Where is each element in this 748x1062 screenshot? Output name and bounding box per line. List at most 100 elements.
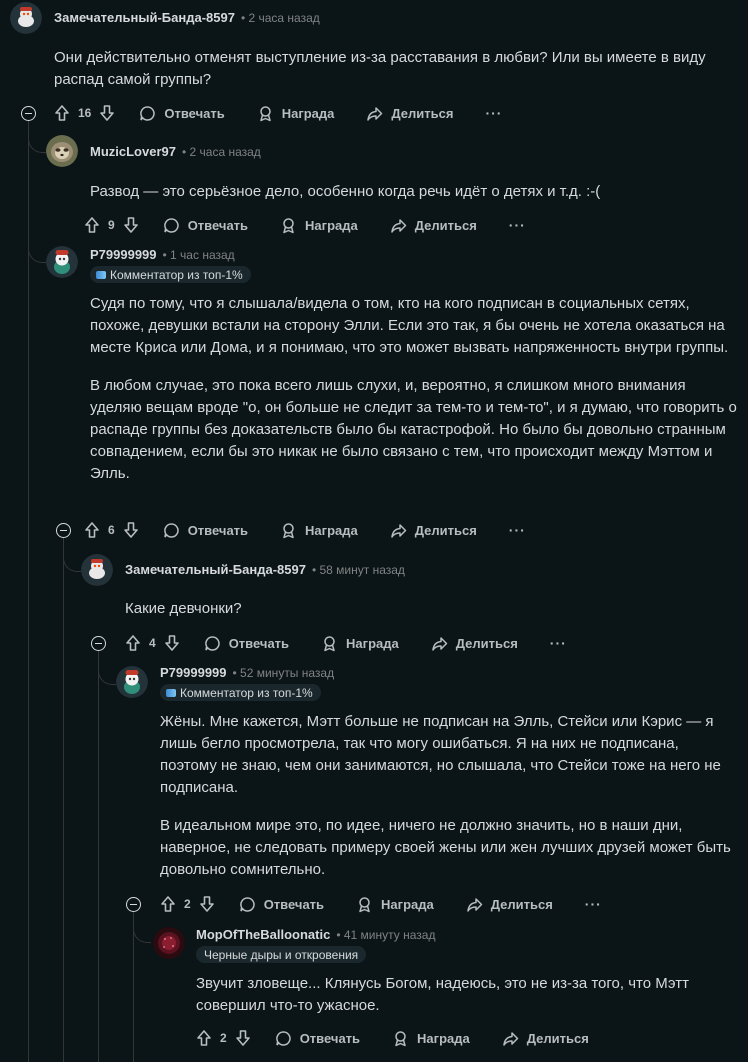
- vote-control: 2: [196, 1029, 251, 1047]
- downvote-icon[interactable]: [235, 1029, 251, 1047]
- avatar[interactable]: [46, 246, 78, 278]
- avatar[interactable]: [153, 927, 185, 959]
- award-label: Награда: [305, 217, 358, 233]
- upvote-icon[interactable]: [125, 634, 141, 652]
- comment-actions: 9 Отвечать Награда Делиться ···: [84, 213, 526, 237]
- comment-actions: 16 Отвечать Награда Делиться ···: [54, 101, 502, 125]
- downvote-icon[interactable]: [199, 895, 215, 913]
- sloth-avatar-icon: [46, 135, 78, 167]
- comment-body: Они действительно отменят выступление из…: [54, 47, 724, 91]
- reply-label: Отвечать: [299, 1030, 361, 1046]
- more-options-icon[interactable]: ···: [550, 635, 567, 651]
- downvote-icon[interactable]: [99, 104, 115, 122]
- reply-label: Отвечать: [263, 896, 325, 912]
- award-button[interactable]: Награда: [321, 635, 399, 652]
- more-options-icon[interactable]: ···: [509, 522, 526, 538]
- user-flair: Черные дыры и откровения: [196, 946, 367, 963]
- comment-bubble-icon: [275, 1030, 292, 1047]
- author-name[interactable]: Замечательный-Банда-8597: [125, 562, 306, 577]
- reply-button[interactable]: Отвечать: [139, 105, 225, 122]
- award-button[interactable]: Награда: [280, 217, 358, 234]
- comment-header: P79999999 • 1 час назад: [90, 247, 235, 262]
- collapse-button[interactable]: [21, 106, 36, 121]
- reply-button[interactable]: Отвечать: [239, 896, 324, 913]
- comment-bubble-icon: [163, 522, 180, 539]
- award-label: Награда: [346, 635, 399, 651]
- comment-actions: 2 Отвечать Награда Делиться ···: [160, 892, 602, 916]
- user-flair: Комментатор из топ-1%: [90, 266, 251, 283]
- award-icon: [321, 635, 338, 652]
- award-button[interactable]: Награда: [356, 896, 434, 913]
- author-name[interactable]: P79999999: [90, 247, 157, 262]
- reply-button[interactable]: Отвечать: [163, 217, 248, 234]
- share-button[interactable]: Делиться: [502, 1030, 589, 1047]
- award-label: Награда: [305, 522, 358, 538]
- share-button[interactable]: Делиться: [366, 105, 453, 122]
- avatar[interactable]: [10, 2, 42, 34]
- author-name[interactable]: MuzicLover97: [90, 144, 176, 159]
- share-button[interactable]: Делиться: [431, 635, 518, 652]
- comment-paragraph: Жёны. Мне кажется, Мэтт больше не подпис…: [160, 713, 721, 796]
- author-name[interactable]: Замечательный-Банда-8597: [54, 10, 235, 25]
- timestamp[interactable]: • 41 минуту назад: [336, 928, 435, 942]
- share-icon: [390, 522, 407, 539]
- share-label: Делиться: [490, 896, 553, 912]
- upvote-icon[interactable]: [196, 1029, 212, 1047]
- award-label: Награда: [417, 1030, 470, 1046]
- award-button[interactable]: Награда: [257, 105, 334, 122]
- timestamp[interactable]: • 2 часа назад: [182, 145, 261, 159]
- thread-connector: [63, 538, 81, 572]
- timestamp[interactable]: • 2 часа назад: [241, 11, 320, 25]
- collapse-button[interactable]: [126, 897, 141, 912]
- upvote-icon[interactable]: [84, 216, 100, 234]
- reply-button[interactable]: Отвечать: [275, 1030, 360, 1047]
- avatar[interactable]: [81, 554, 113, 586]
- comment-header: Замечательный-Банда-8597 • 2 часа назад: [54, 10, 320, 25]
- share-button[interactable]: Делиться: [390, 217, 477, 234]
- award-icon: [280, 522, 297, 539]
- reply-button[interactable]: Отвечать: [204, 635, 289, 652]
- share-button[interactable]: Делиться: [466, 896, 553, 913]
- upvote-icon[interactable]: [84, 521, 100, 539]
- flair-label: Комментатор из топ-1%: [110, 267, 243, 282]
- author-name[interactable]: P79999999: [160, 665, 227, 680]
- vote-control: 4: [125, 634, 180, 652]
- snoo-avatar-icon: [81, 554, 113, 586]
- timestamp[interactable]: • 52 минуты назад: [233, 666, 335, 680]
- collapse-button[interactable]: [91, 636, 106, 651]
- avatar[interactable]: [116, 666, 148, 698]
- award-icon: [257, 105, 274, 122]
- upvote-icon[interactable]: [160, 895, 176, 913]
- vote-count: 9: [108, 218, 115, 232]
- comment-paragraph: В идеальном мире это, по идее, ничего не…: [160, 817, 731, 878]
- author-name[interactable]: MopOfTheBalloonatic: [196, 927, 330, 942]
- vote-control: 2: [160, 895, 215, 913]
- thread-connector: [28, 120, 46, 153]
- more-options-icon[interactable]: ···: [509, 217, 526, 233]
- downvote-icon[interactable]: [123, 216, 139, 234]
- comment-actions: 2 Отвечать Награда Делиться: [196, 1026, 621, 1050]
- share-button[interactable]: Делиться: [390, 522, 477, 539]
- more-options-icon[interactable]: ···: [585, 896, 602, 912]
- comment-body: Какие девчонки?: [125, 598, 725, 620]
- collapse-button[interactable]: [56, 523, 71, 538]
- comment-paragraph: В любом случае, это пока всего лишь слух…: [90, 377, 737, 482]
- comment-bubble-icon: [239, 896, 256, 913]
- upvote-icon[interactable]: [54, 104, 70, 122]
- more-options-icon[interactable]: ···: [485, 105, 502, 121]
- timestamp[interactable]: • 58 минут назад: [312, 563, 405, 577]
- downvote-icon[interactable]: [164, 634, 180, 652]
- share-icon: [390, 217, 407, 234]
- downvote-icon[interactable]: [123, 521, 139, 539]
- timestamp[interactable]: • 1 час назад: [163, 248, 235, 262]
- share-icon: [431, 635, 448, 652]
- snoo-avatar-icon: [46, 246, 78, 278]
- flair-label: Комментатор из топ-1%: [180, 685, 313, 700]
- avatar[interactable]: [46, 135, 78, 167]
- award-button[interactable]: Награда: [392, 1030, 470, 1047]
- award-button[interactable]: Награда: [280, 522, 358, 539]
- reply-button[interactable]: Отвечать: [163, 522, 248, 539]
- thread-line: [63, 538, 64, 1062]
- share-label: Делиться: [414, 217, 477, 233]
- share-icon: [366, 105, 383, 122]
